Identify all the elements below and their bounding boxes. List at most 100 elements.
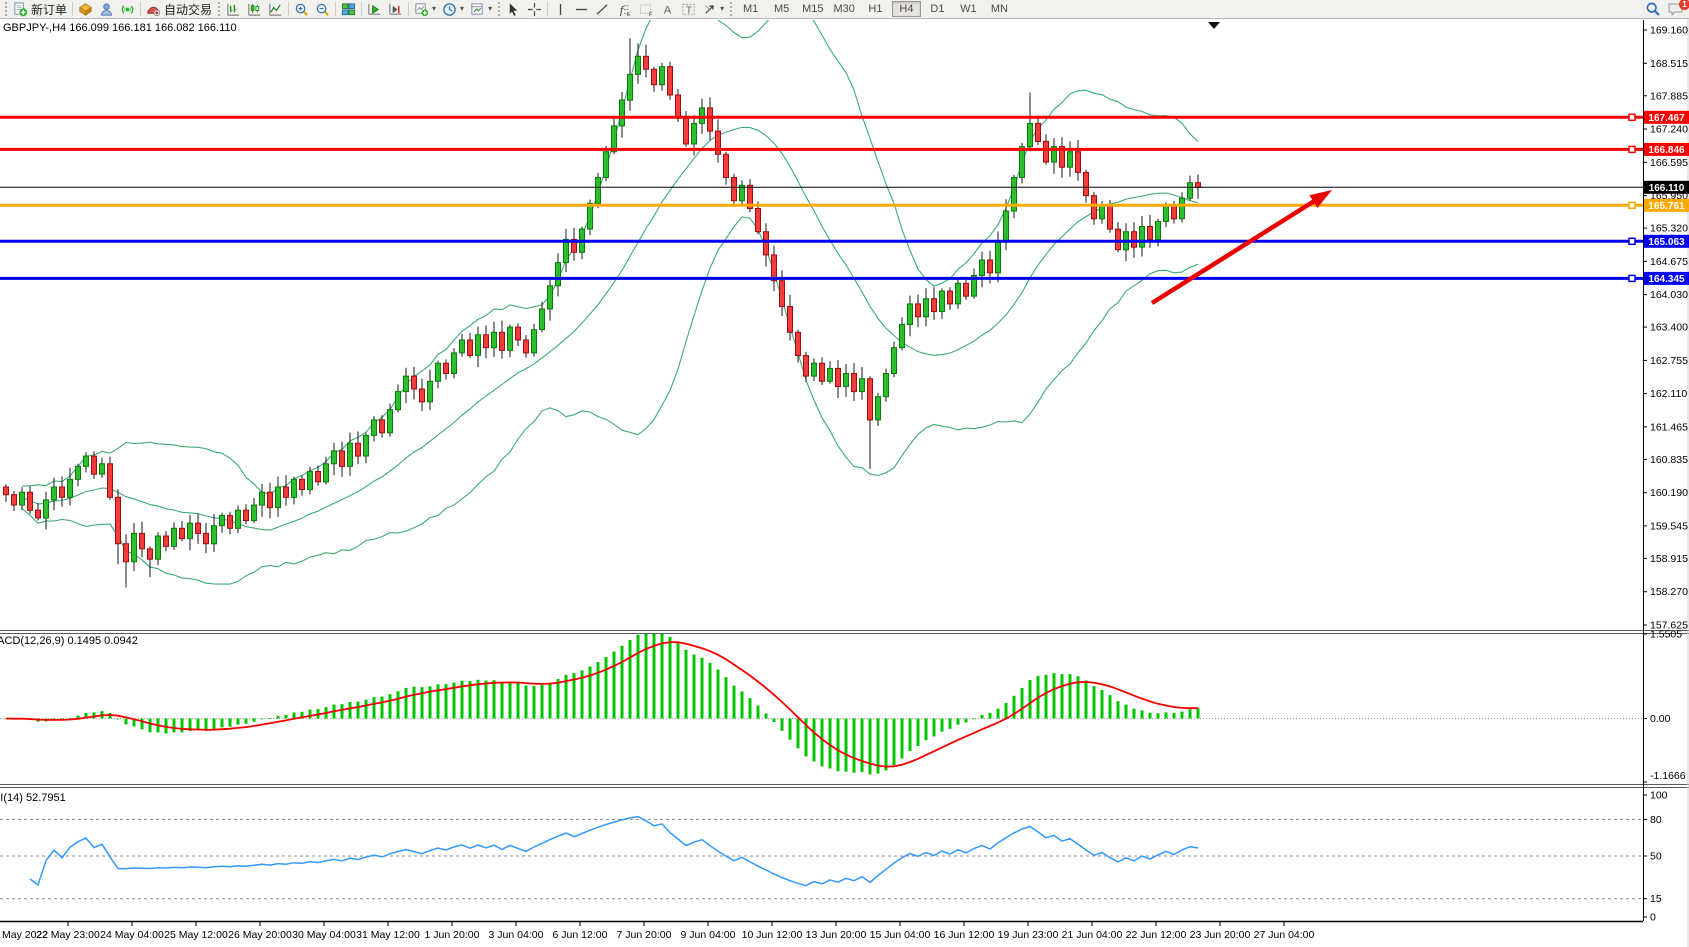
text-button[interactable]: A <box>657 1 678 18</box>
trendline-icon <box>595 2 610 17</box>
svg-text:164.675: 164.675 <box>1650 256 1688 268</box>
new-order-icon <box>13 2 28 17</box>
crosshair-icon <box>527 2 542 17</box>
dropdown-caret: ▾ <box>720 5 724 13</box>
svg-text:165.063: 165.063 <box>1648 237 1685 248</box>
macd-label: MACD(12,26,9) 0.1495 0.0942 <box>0 635 138 647</box>
svg-text:166.110: 166.110 <box>1649 183 1685 194</box>
zoom-in-button[interactable] <box>291 1 312 18</box>
chart-canvas[interactable]: GBPJPY-,H4 166.099 166.181 166.082 166.1… <box>0 0 1689 947</box>
candlestick-chart-button[interactable] <box>244 1 265 18</box>
hline-handle[interactable] <box>1629 275 1635 281</box>
market-box-icon <box>78 2 93 17</box>
tile-windows-icon <box>341 2 356 17</box>
timeframe-button-h1[interactable]: H1 <box>861 1 890 17</box>
svg-text:159.545: 159.545 <box>1650 520 1688 532</box>
timeframe-button-mn[interactable]: MN <box>985 1 1014 17</box>
svg-text:9 Jun 04:00: 9 Jun 04:00 <box>681 929 736 941</box>
price-tag-166.110: 166.110 <box>1644 181 1689 194</box>
bar-chart-button[interactable] <box>223 1 244 18</box>
main-toolbar: 新订单 自动交易 ▾ ▾ <box>0 0 1689 19</box>
hline-handle[interactable] <box>1629 202 1635 208</box>
svg-text:21 Jun 04:00: 21 Jun 04:00 <box>1062 929 1123 941</box>
price-tag-164.345: 164.345 <box>1644 272 1689 285</box>
chart-forward-icon <box>367 2 382 17</box>
fibo-fan-button[interactable]: F <box>635 1 657 18</box>
cursor-icon <box>506 2 521 17</box>
arrows-button[interactable]: ▾ <box>699 1 727 18</box>
price-tag-166.846: 166.846 <box>1644 143 1689 156</box>
svg-text:T: T <box>686 5 693 16</box>
templates-button[interactable]: ▾ <box>467 1 495 18</box>
timeframe-button-m1[interactable]: M1 <box>736 1 765 17</box>
text-label-button[interactable]: T <box>678 1 699 18</box>
zoom-out-button[interactable] <box>312 1 333 18</box>
new-chart-button[interactable]: ▾ <box>411 1 439 18</box>
timeframe-button-w1[interactable]: W1 <box>954 1 983 17</box>
svg-text:163.400: 163.400 <box>1650 322 1688 334</box>
toolbar-drag-handle[interactable] <box>218 2 220 16</box>
svg-text:23 Jun 20:00: 23 Jun 20:00 <box>1190 929 1251 941</box>
svg-text:31 May 12:00: 31 May 12:00 <box>356 929 420 941</box>
trendline-button[interactable] <box>592 1 613 18</box>
search-icon <box>1645 1 1661 17</box>
timeframe-button-h4[interactable]: H4 <box>892 1 921 17</box>
line-chart-icon <box>268 2 283 17</box>
chart-end-button[interactable] <box>385 1 406 18</box>
svg-text:13 Jun 20:00: 13 Jun 20:00 <box>806 929 867 941</box>
new-chart-icon <box>414 2 429 17</box>
svg-text:F: F <box>649 12 653 17</box>
svg-text:E: E <box>627 12 631 17</box>
svg-text:-1.1666: -1.1666 <box>1650 770 1686 782</box>
svg-text:160.190: 160.190 <box>1650 487 1688 499</box>
svg-text:27 Jun 04:00: 27 Jun 04:00 <box>1254 929 1315 941</box>
toolbar-drag-handle[interactable] <box>5 2 7 16</box>
timeframe-button-m30[interactable]: M30 <box>830 1 859 17</box>
svg-text:164.030: 164.030 <box>1650 289 1688 301</box>
notifications-button[interactable]: 1 <box>1664 1 1687 18</box>
period-button[interactable]: ▾ <box>439 1 467 18</box>
autotrading-button[interactable]: 自动交易 <box>143 1 215 18</box>
svg-text:164.345: 164.345 <box>1648 274 1685 285</box>
svg-text:15 Jun 04:00: 15 Jun 04:00 <box>870 929 931 941</box>
fibonacci-button[interactable]: ƒE <box>613 1 635 18</box>
community-button[interactable] <box>96 1 117 18</box>
svg-text:160.835: 160.835 <box>1650 454 1688 466</box>
autotrading-label: 自动交易 <box>164 1 212 18</box>
crosshair-button[interactable] <box>524 1 545 18</box>
timeframe-button-m5[interactable]: M5 <box>767 1 796 17</box>
hline-handle[interactable] <box>1629 146 1635 152</box>
hline-handle[interactable] <box>1629 114 1635 120</box>
svg-text:24 May 04:00: 24 May 04:00 <box>100 929 164 941</box>
svg-text:161.465: 161.465 <box>1650 421 1688 433</box>
svg-text:158.270: 158.270 <box>1650 586 1688 598</box>
svg-text:30 May 04:00: 30 May 04:00 <box>292 929 356 941</box>
market-button[interactable] <box>75 1 96 18</box>
tile-windows-button[interactable] <box>338 1 359 18</box>
new-order-label: 新订单 <box>31 1 67 18</box>
cursor-button[interactable] <box>503 1 524 18</box>
svg-text:19 Jun 23:00: 19 Jun 23:00 <box>998 929 1059 941</box>
svg-text:15: 15 <box>1650 893 1662 905</box>
timeframe-button-m15[interactable]: M15 <box>798 1 827 17</box>
new-order-button[interactable]: 新订单 <box>10 1 70 18</box>
svg-text:0: 0 <box>1650 912 1656 924</box>
svg-text:7 Jun 20:00: 7 Jun 20:00 <box>617 929 672 941</box>
timeframe-button-d1[interactable]: D1 <box>923 1 952 17</box>
price-tag-167.467: 167.467 <box>1644 111 1689 124</box>
toolbar-drag-handle[interactable] <box>730 2 732 16</box>
svg-text:158.915: 158.915 <box>1650 553 1688 565</box>
template-icon <box>470 2 485 17</box>
signals-button[interactable] <box>117 1 138 18</box>
clock-icon <box>442 2 457 17</box>
chart-forward-button[interactable] <box>364 1 385 18</box>
hline-handle[interactable] <box>1629 238 1635 244</box>
toolbar-drag-handle[interactable] <box>498 2 500 16</box>
text-icon: A <box>660 2 675 17</box>
vertical-line-button[interactable] <box>550 1 571 18</box>
horizontal-line-button[interactable] <box>571 1 592 18</box>
svg-text:100: 100 <box>1650 790 1668 802</box>
search-button[interactable] <box>1642 1 1664 18</box>
svg-text:A: A <box>664 4 672 16</box>
line-chart-button[interactable] <box>265 1 286 18</box>
